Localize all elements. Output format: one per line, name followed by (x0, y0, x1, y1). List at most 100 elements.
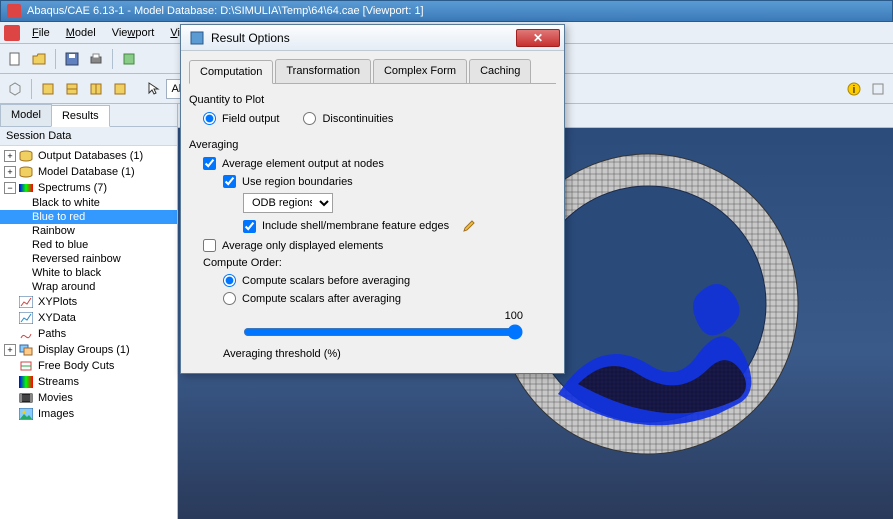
fbc-icon (18, 359, 34, 373)
save-button[interactable] (61, 48, 83, 70)
cube-4-icon[interactable] (109, 78, 131, 100)
dialog-icon (189, 30, 205, 46)
tree-spectrums[interactable]: −Spectrums (7) (0, 180, 177, 196)
cube-1-icon[interactable] (37, 78, 59, 100)
end-icon[interactable] (867, 78, 889, 100)
tree-label: Red to blue (32, 239, 88, 251)
db-icon (18, 149, 34, 163)
close-button[interactable]: ✕ (516, 29, 560, 47)
tree-blue-to-red[interactable]: Blue to red (0, 210, 177, 224)
radio-field-output[interactable] (203, 112, 216, 125)
label-discontinuities: Discontinuities (322, 113, 393, 125)
label-after-averaging: Compute scalars after averaging (242, 293, 401, 305)
tree-label: Paths (38, 328, 66, 340)
tab-transformation[interactable]: Transformation (275, 59, 371, 83)
tree-xyplots[interactable]: XYPlots (0, 294, 177, 310)
tab-computation[interactable]: Computation (189, 60, 273, 84)
pencil-icon[interactable] (461, 218, 477, 234)
app-title: Abaqus/CAE 6.13-1 - Model Database: D:\S… (27, 5, 886, 17)
expand-icon[interactable]: + (4, 344, 16, 356)
tree-model-database[interactable]: + Model Database (1) (0, 164, 177, 180)
radio-discontinuities[interactable] (303, 112, 316, 125)
tree-label: Streams (38, 376, 79, 388)
cube-3-icon[interactable] (85, 78, 107, 100)
tree-label: Blue to red (32, 211, 85, 223)
tree-streams[interactable]: Streams (0, 374, 177, 390)
averaging-group-title: Averaging (189, 139, 556, 151)
tree-label: Rainbow (32, 225, 75, 237)
svg-text:i: i (853, 84, 855, 96)
left-tabs: Model Results (0, 104, 177, 127)
quantity-group-title: Quantity to Plot (189, 94, 556, 106)
tab-model[interactable]: Model (0, 104, 52, 126)
tree-display-groups[interactable]: +Display Groups (1) (0, 342, 177, 358)
menu-file[interactable]: File (24, 24, 58, 42)
check-include-shell[interactable] (243, 220, 256, 233)
tree-wrap-around[interactable]: Wrap around (0, 280, 177, 294)
tree-label: Reversed rainbow (32, 253, 121, 265)
data-icon (18, 311, 34, 325)
select-odb-regions[interactable]: ODB regions (243, 193, 333, 213)
toolbar-separator (31, 79, 32, 99)
tree-label: Model Database (1) (38, 166, 135, 178)
tree-output-databases[interactable]: + Output Databases (1) (0, 148, 177, 164)
section-header: Session Data (0, 127, 177, 146)
tree-label: XYData (38, 312, 76, 324)
path-icon (18, 327, 34, 341)
cube-2-icon[interactable] (61, 78, 83, 100)
open-button[interactable] (28, 48, 50, 70)
tree-label: Movies (38, 392, 73, 404)
new-button[interactable] (4, 48, 26, 70)
view-icon[interactable] (118, 48, 140, 70)
tree-label: XYPlots (38, 296, 77, 308)
movies-icon (18, 391, 34, 405)
db-icon (18, 165, 34, 179)
tree-rainbow[interactable]: Rainbow (0, 224, 177, 238)
tree: + Output Databases (1) + Model Database (1… (0, 146, 177, 519)
result-options-dialog: Result Options ✕ Computation Transformat… (180, 24, 565, 374)
collapse-icon[interactable]: − (4, 182, 16, 194)
tree-xydata[interactable]: XYData (0, 310, 177, 326)
streams-icon (18, 375, 34, 389)
slider-value: 100 (243, 310, 523, 322)
images-icon (18, 407, 34, 421)
menu-viewport[interactable]: Viewport (104, 24, 163, 42)
check-avg-displayed[interactable] (203, 239, 216, 252)
app-icon (7, 4, 21, 18)
menu-model[interactable]: Model (58, 24, 104, 42)
tab-complex-form[interactable]: Complex Form (373, 59, 467, 83)
check-avg-nodes[interactable] (203, 157, 216, 170)
radio-before-averaging[interactable] (223, 274, 236, 287)
compute-order-label: Compute Order: (203, 257, 282, 269)
info-icon[interactable]: i (843, 78, 865, 100)
expand-icon[interactable]: + (4, 166, 16, 178)
print-button[interactable] (85, 48, 107, 70)
abaqus-logo-icon (4, 25, 20, 41)
check-use-region[interactable] (223, 175, 236, 188)
tab-results[interactable]: Results (51, 105, 110, 127)
dialog-body: Computation Transformation Complex Form … (181, 51, 564, 373)
tree-label: Images (38, 408, 74, 420)
tree-paths[interactable]: Paths (0, 326, 177, 342)
threshold-slider[interactable] (243, 324, 523, 340)
dialog-title: Result Options (211, 31, 516, 45)
spectrum-icon (18, 181, 34, 195)
tab-caching[interactable]: Caching (469, 59, 531, 83)
app-titlebar: Abaqus/CAE 6.13-1 - Model Database: D:\S… (0, 0, 893, 22)
tree-label: Output Databases (1) (38, 150, 143, 162)
toolbar-separator (55, 49, 56, 69)
tree-movies[interactable]: Movies (0, 390, 177, 406)
expand-icon[interactable]: + (4, 150, 16, 162)
tree-black-to-white[interactable]: Black to white (0, 196, 177, 210)
radio-after-averaging[interactable] (223, 292, 236, 305)
label-avg-nodes: Average element output at nodes (222, 158, 384, 170)
box-icon[interactable] (4, 78, 26, 100)
tree-white-to-black[interactable]: White to black (0, 266, 177, 280)
chart-icon (18, 295, 34, 309)
tree-images[interactable]: Images (0, 406, 177, 422)
tree-reversed-rainbow[interactable]: Reversed rainbow (0, 252, 177, 266)
dialog-titlebar[interactable]: Result Options ✕ (181, 25, 564, 51)
pointer-icon[interactable] (142, 78, 164, 100)
tree-red-to-blue[interactable]: Red to blue (0, 238, 177, 252)
tree-free-body-cuts[interactable]: Free Body Cuts (0, 358, 177, 374)
